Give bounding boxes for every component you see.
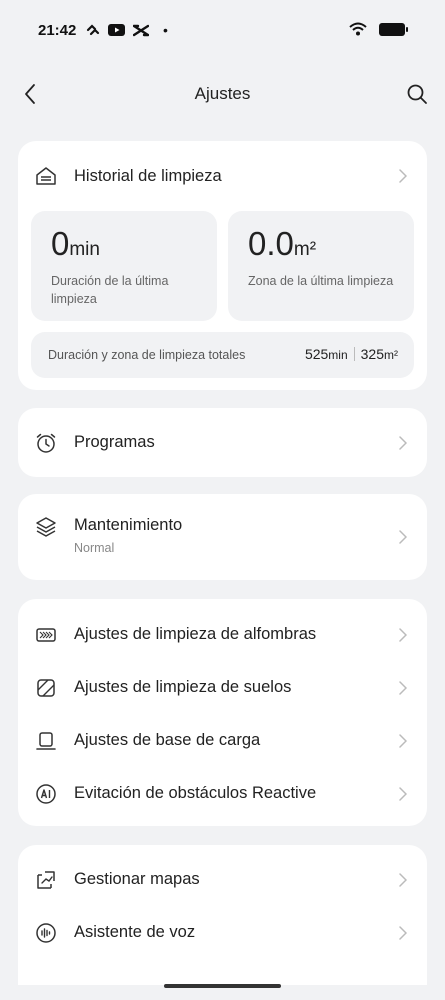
- last-area-value: 0.0m²: [248, 225, 317, 262]
- more-notifications-dot: •: [163, 22, 168, 38]
- programs-label: Programas: [74, 433, 155, 451]
- totals-divider: [353, 347, 355, 361]
- total-duration: 525min: [304, 346, 348, 362]
- manage-maps-label: Gestionar mapas: [74, 870, 200, 888]
- last-duration-box: 0min Duración de la última limpieza: [31, 211, 217, 321]
- dock-icon: [35, 730, 57, 752]
- cleaning-history-row[interactable]: Historial de limpieza: [18, 141, 427, 211]
- wifi-icon: [349, 22, 367, 36]
- battery-icon: [379, 22, 408, 36]
- cleaning-history-card: Historial de limpieza 0min Duración de l…: [18, 141, 427, 390]
- manage-maps-row[interactable]: Gestionar mapas: [18, 853, 427, 906]
- ai-icon: [35, 783, 57, 805]
- search-icon: [407, 84, 427, 104]
- maintenance-row[interactable]: Mantenimiento Normal: [18, 494, 427, 580]
- totals-box: Duración y zona de limpieza totales 525m…: [31, 332, 414, 378]
- page-title: Ajustes: [194, 84, 251, 103]
- chevron-right-icon: [399, 169, 407, 183]
- chevron-right-icon: [399, 872, 407, 887]
- voice-assistant-label: Asistente de voz: [74, 923, 196, 941]
- obstacle-avoidance-label: Evitación de obstáculos Reactive: [74, 784, 317, 802]
- totals-values: 525min 325m²: [305, 346, 398, 362]
- map-icon: [35, 869, 57, 891]
- voice-icon: [35, 922, 57, 944]
- search-button[interactable]: [403, 80, 431, 108]
- chevron-right-icon: [399, 627, 407, 642]
- chevron-right-icon: [399, 786, 407, 801]
- chevron-right-icon: [399, 733, 407, 748]
- maintenance-label: Mantenimiento: [74, 516, 183, 534]
- maps-voice-card: Gestionar mapas Asistente de voz: [18, 845, 427, 985]
- app-notification-icon: [86, 24, 100, 36]
- layers-icon: [35, 516, 57, 538]
- carpet-settings-row[interactable]: Ajustes de limpieza de alfombras: [18, 608, 427, 661]
- chevron-right-icon: [399, 680, 407, 695]
- youtube-icon: [108, 24, 125, 36]
- history-icon: [35, 165, 57, 187]
- maintenance-card: Mantenimiento Normal: [18, 494, 427, 580]
- floor-settings-label: Ajustes de limpieza de suelos: [74, 678, 292, 696]
- capcut-icon: [133, 24, 149, 36]
- programs-row[interactable]: Programas: [18, 408, 427, 477]
- cleaning-history-label: Historial de limpieza: [74, 166, 222, 185]
- chevron-right-icon: [399, 925, 407, 940]
- floor-icon: [35, 677, 57, 699]
- maintenance-status: Normal: [74, 541, 115, 555]
- carpet-settings-label: Ajustes de limpieza de alfombras: [74, 625, 317, 643]
- floor-settings-row[interactable]: Ajustes de limpieza de suelos: [18, 661, 427, 714]
- chevron-right-icon: [399, 530, 407, 544]
- totals-label: Duración y zona de limpieza totales: [48, 348, 246, 362]
- status-time: 21:42: [38, 22, 77, 39]
- programs-card: Programas: [18, 408, 427, 477]
- obstacle-avoidance-row[interactable]: Evitación de obstáculos Reactive: [18, 767, 427, 820]
- system-status-icons: [349, 22, 408, 36]
- voice-assistant-row[interactable]: Asistente de voz: [18, 906, 427, 959]
- home-indicator[interactable]: [164, 984, 281, 988]
- last-area-label: Zona de la última limpieza: [248, 274, 394, 288]
- chevron-right-icon: [399, 435, 407, 450]
- status-bar: 21:42 •: [0, 0, 445, 62]
- total-area: 325m²: [360, 346, 398, 362]
- notification-icons: •: [86, 22, 168, 38]
- alarm-clock-icon: [35, 432, 57, 454]
- last-duration-value: 0min: [51, 225, 100, 262]
- cleaning-settings-card: Ajustes de limpieza de alfombras Ajustes…: [18, 599, 427, 826]
- last-duration-label: Duración de la última limpieza: [51, 274, 169, 306]
- dock-settings-row[interactable]: Ajustes de base de carga: [18, 714, 427, 767]
- dock-settings-label: Ajustes de base de carga: [74, 731, 261, 749]
- header: Ajustes: [0, 72, 445, 116]
- last-area-box: 0.0m² Zona de la última limpieza: [228, 211, 414, 321]
- carpet-icon: [35, 624, 57, 646]
